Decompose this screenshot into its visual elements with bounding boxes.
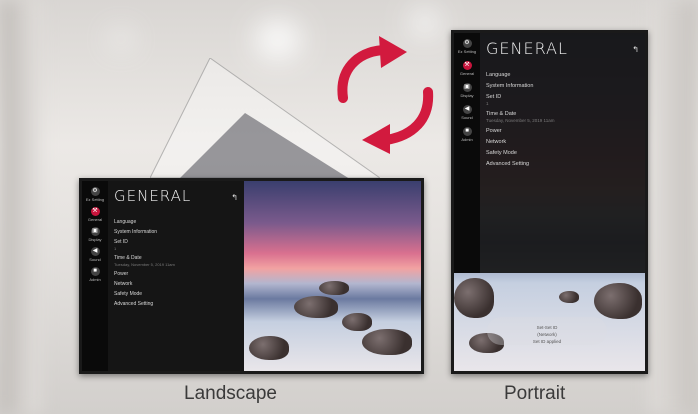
- general-settings-menu: ⚙ Ez Setting ⚒ General ▣ Display ◀ Sound ■ Ad…: [454, 33, 645, 273]
- menu-item-language[interactable]: Language: [114, 219, 238, 225]
- landscape-display: ⚙ Ez Setting ⚒ General ▣ Display ◀ Sound ■ Ad…: [79, 178, 424, 374]
- toast-line: (Network): [537, 332, 557, 337]
- menu-item-safety-mode[interactable]: Safety Mode: [486, 150, 639, 156]
- menu-item-network[interactable]: Network: [114, 281, 238, 287]
- menu-item-set-id[interactable]: Set ID: [486, 94, 639, 100]
- ceiling-light: [410, 10, 440, 36]
- settings-panel: GENERAL ↰ Language System Information Se…: [486, 39, 639, 172]
- page-title: GENERAL: [486, 39, 568, 58]
- menu-item-network[interactable]: Network: [486, 139, 639, 145]
- lock-icon: ■: [462, 127, 472, 136]
- menu-item-time-date-value: Tuesday, November 5, 2019 11am: [114, 262, 175, 267]
- rail-item-admin[interactable]: ■ Admin: [454, 127, 480, 142]
- general-icon: ⚒: [462, 61, 472, 70]
- rail-item-ez-setting[interactable]: ⚙ Ez Setting: [82, 187, 108, 202]
- toast-line: Set-Set ID: [536, 325, 558, 330]
- quick-settings-icon: ⚙: [462, 39, 472, 48]
- rail-item-sound[interactable]: ◀ Sound: [82, 247, 108, 262]
- general-icon: ⚒: [90, 207, 100, 216]
- settings-rail: ⚙ Ez Setting ⚒ General ▣ Display ◀ Sound ■ Ad…: [454, 33, 480, 273]
- wallpaper-image: [244, 181, 421, 371]
- general-settings-menu: ⚙ Ez Setting ⚒ General ▣ Display ◀ Sound ■ Ad…: [82, 181, 244, 371]
- back-icon[interactable]: ↰: [632, 45, 639, 54]
- settings-panel: GENERAL ↰ Language System Information Se…: [114, 187, 238, 311]
- page-title: GENERAL: [114, 187, 192, 205]
- menu-item-advanced-setting[interactable]: Advanced Setting: [486, 161, 639, 167]
- menu-item-set-id-value: 1: [114, 246, 117, 251]
- rotate-arrow-down-icon: [362, 87, 434, 154]
- rail-item-sound[interactable]: ◀ Sound: [454, 105, 480, 120]
- menu-item-advanced-setting[interactable]: Advanced Setting: [114, 301, 238, 307]
- rail-item-general[interactable]: ⚒ General: [82, 207, 108, 222]
- landscape-caption: Landscape: [184, 383, 277, 404]
- menu-item-time-date-value: Tuesday, November 5, 2019 11am: [486, 118, 555, 123]
- sound-icon: ◀: [462, 105, 472, 114]
- quick-settings-icon: ⚙: [90, 187, 100, 196]
- picture-icon: ▣: [90, 227, 100, 236]
- settings-rail: ⚙ Ez Setting ⚒ General ▣ Display ◀ Sound ■ Ad…: [82, 181, 108, 371]
- ceiling-light: [110, 30, 132, 48]
- notification-toast: Set-Set ID (Network) Set ID applied: [487, 317, 607, 345]
- menu-item-system-information[interactable]: System Information: [486, 83, 639, 89]
- background-pillar: [0, 0, 40, 414]
- back-icon[interactable]: ↰: [231, 193, 238, 202]
- menu-item-time-date[interactable]: Time & Date: [486, 111, 639, 117]
- sound-icon: ◀: [90, 247, 100, 256]
- rail-item-general[interactable]: ⚒ General: [454, 61, 480, 76]
- menu-item-power[interactable]: Power: [486, 128, 639, 134]
- menu-item-power[interactable]: Power: [114, 271, 238, 277]
- menu-item-system-information[interactable]: System Information: [114, 229, 238, 235]
- rail-item-display[interactable]: ▣ Display: [82, 227, 108, 242]
- menu-item-safety-mode[interactable]: Safety Mode: [114, 291, 238, 297]
- portrait-display: ⚙ Ez Setting ⚒ General ▣ Display ◀ Sound ■ Ad…: [451, 30, 648, 374]
- rail-item-admin[interactable]: ■ Admin: [82, 267, 108, 282]
- rail-item-display[interactable]: ▣ Display: [454, 83, 480, 98]
- menu-item-set-id-value: 1: [486, 101, 489, 106]
- lock-icon: ■: [90, 267, 100, 276]
- toast-line: Set ID applied: [532, 339, 562, 344]
- menu-item-set-id[interactable]: Set ID: [114, 239, 238, 245]
- background-pillar: [650, 0, 698, 414]
- ceiling-light: [255, 20, 301, 60]
- portrait-caption: Portrait: [504, 383, 566, 404]
- picture-icon: ▣: [462, 83, 472, 92]
- rail-item-ez-setting[interactable]: ⚙ Ez Setting: [454, 39, 480, 54]
- menu-item-language[interactable]: Language: [486, 72, 639, 78]
- menu-item-time-date[interactable]: Time & Date: [114, 255, 238, 261]
